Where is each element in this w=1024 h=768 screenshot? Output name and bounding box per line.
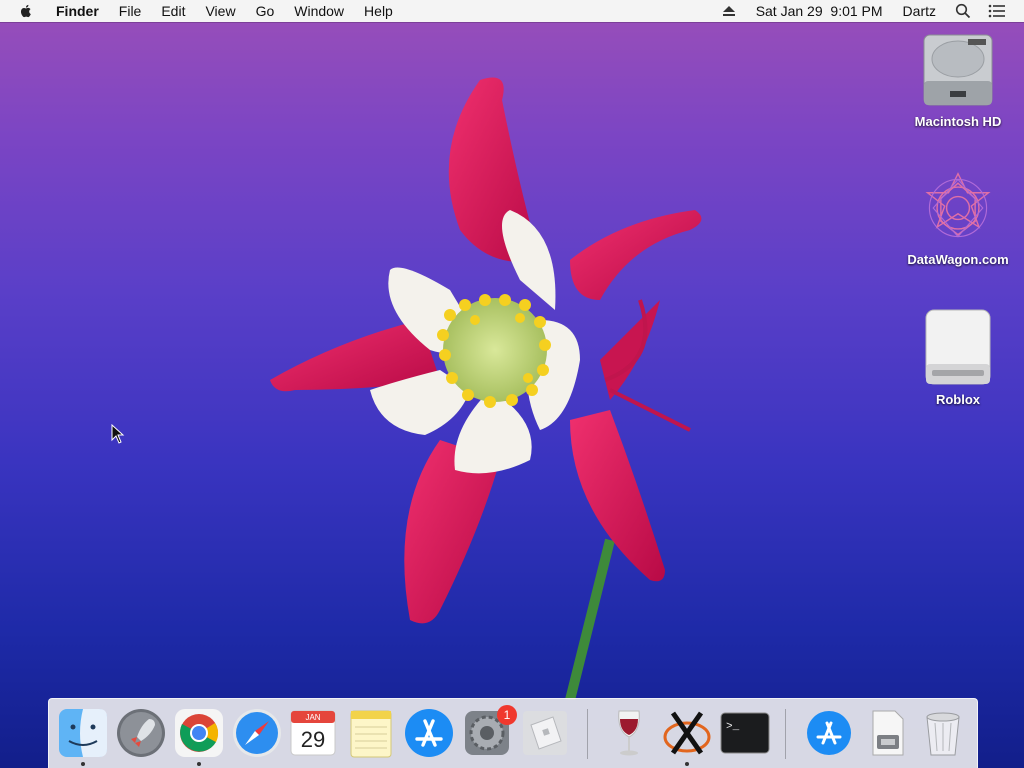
dock-finder[interactable] [57, 707, 109, 759]
menu-view[interactable]: View [195, 0, 245, 22]
menu-app-name[interactable]: Finder [46, 0, 109, 22]
safari-icon [233, 709, 281, 757]
spotlight-search-icon[interactable] [946, 3, 980, 19]
dock-calendar[interactable]: JAN 29 [287, 707, 339, 759]
menu-edit[interactable]: Edit [151, 0, 195, 22]
documents-stack-icon [872, 710, 904, 756]
launchpad-icon [117, 709, 165, 757]
menu-go[interactable]: Go [246, 0, 285, 22]
desktop-icon-label: Macintosh HD [914, 114, 1002, 129]
dock-downloads[interactable] [803, 707, 855, 759]
downloads-stack-icon [807, 711, 851, 755]
dock-documents[interactable] [861, 707, 913, 759]
dock-system-preferences[interactable]: 1 [461, 705, 517, 759]
xquartz-icon [663, 711, 711, 755]
terminal-prompt: >_ [726, 721, 740, 733]
app-store-icon [405, 709, 453, 757]
wallpaper-flower-image [270, 77, 702, 700]
running-indicator [81, 762, 85, 766]
dock-launchpad[interactable] [115, 707, 167, 759]
menu-right: Sat Jan 29 9:01 PM Dartz [712, 0, 1024, 22]
desktop-icon-label: DataWagon.com [907, 252, 1009, 267]
dock-app-store[interactable] [403, 707, 455, 759]
mouse-pointer-icon [111, 424, 125, 444]
chrome-icon [175, 709, 223, 757]
notification-center-icon[interactable] [980, 3, 1014, 19]
running-indicator [197, 762, 201, 766]
dock-roblox[interactable] [519, 707, 571, 759]
running-indicator [685, 762, 689, 766]
menu-bar: Finder File Edit View Go Window Help Sat… [0, 0, 1024, 22]
datawagon-icon [918, 168, 998, 248]
desktop-icon-roblox[interactable]: Roblox [903, 308, 1013, 407]
apple-menu-icon[interactable] [18, 3, 34, 19]
dock-safari[interactable] [231, 707, 283, 759]
calendar-icon: JAN 29 [290, 710, 336, 756]
menu-help[interactable]: Help [354, 0, 403, 22]
desktop-icon-datawagon[interactable]: DataWagon.com [903, 168, 1013, 267]
finder-icon [59, 709, 107, 757]
dock-chrome[interactable] [173, 707, 225, 759]
menu-clock[interactable]: Sat Jan 29 9:01 PM [746, 0, 893, 22]
dock-terminal[interactable]: >_ [719, 707, 771, 759]
menu-user[interactable]: Dartz [893, 0, 946, 22]
dock: JAN 29 1 >_ [48, 698, 978, 768]
desktop-icon-label: Roblox [935, 392, 981, 407]
dock-xquartz[interactable] [661, 707, 713, 759]
dock-wine[interactable] [603, 707, 655, 759]
wine-icon [618, 710, 640, 756]
eject-icon[interactable] [712, 3, 746, 19]
dock-separator [785, 709, 786, 759]
calendar-day: 29 [301, 727, 325, 752]
menu-file[interactable]: File [109, 0, 152, 22]
desktop-icon-macintosh-hd[interactable]: Macintosh HD [903, 30, 1013, 129]
dock-separator [587, 709, 588, 759]
menu-left: Finder File Edit View Go Window Help [0, 0, 403, 22]
terminal-icon: >_ [720, 712, 770, 754]
notes-icon [350, 710, 392, 758]
menu-window[interactable]: Window [284, 0, 354, 22]
external-drive-icon [918, 308, 998, 388]
dock-trash[interactable] [917, 707, 969, 759]
trash-icon [926, 712, 960, 756]
roblox-icon [523, 711, 567, 755]
hard-drive-icon [918, 30, 998, 110]
calendar-month: JAN [305, 713, 320, 722]
notification-badge: 1 [497, 705, 517, 725]
dock-notes[interactable] [345, 707, 397, 759]
